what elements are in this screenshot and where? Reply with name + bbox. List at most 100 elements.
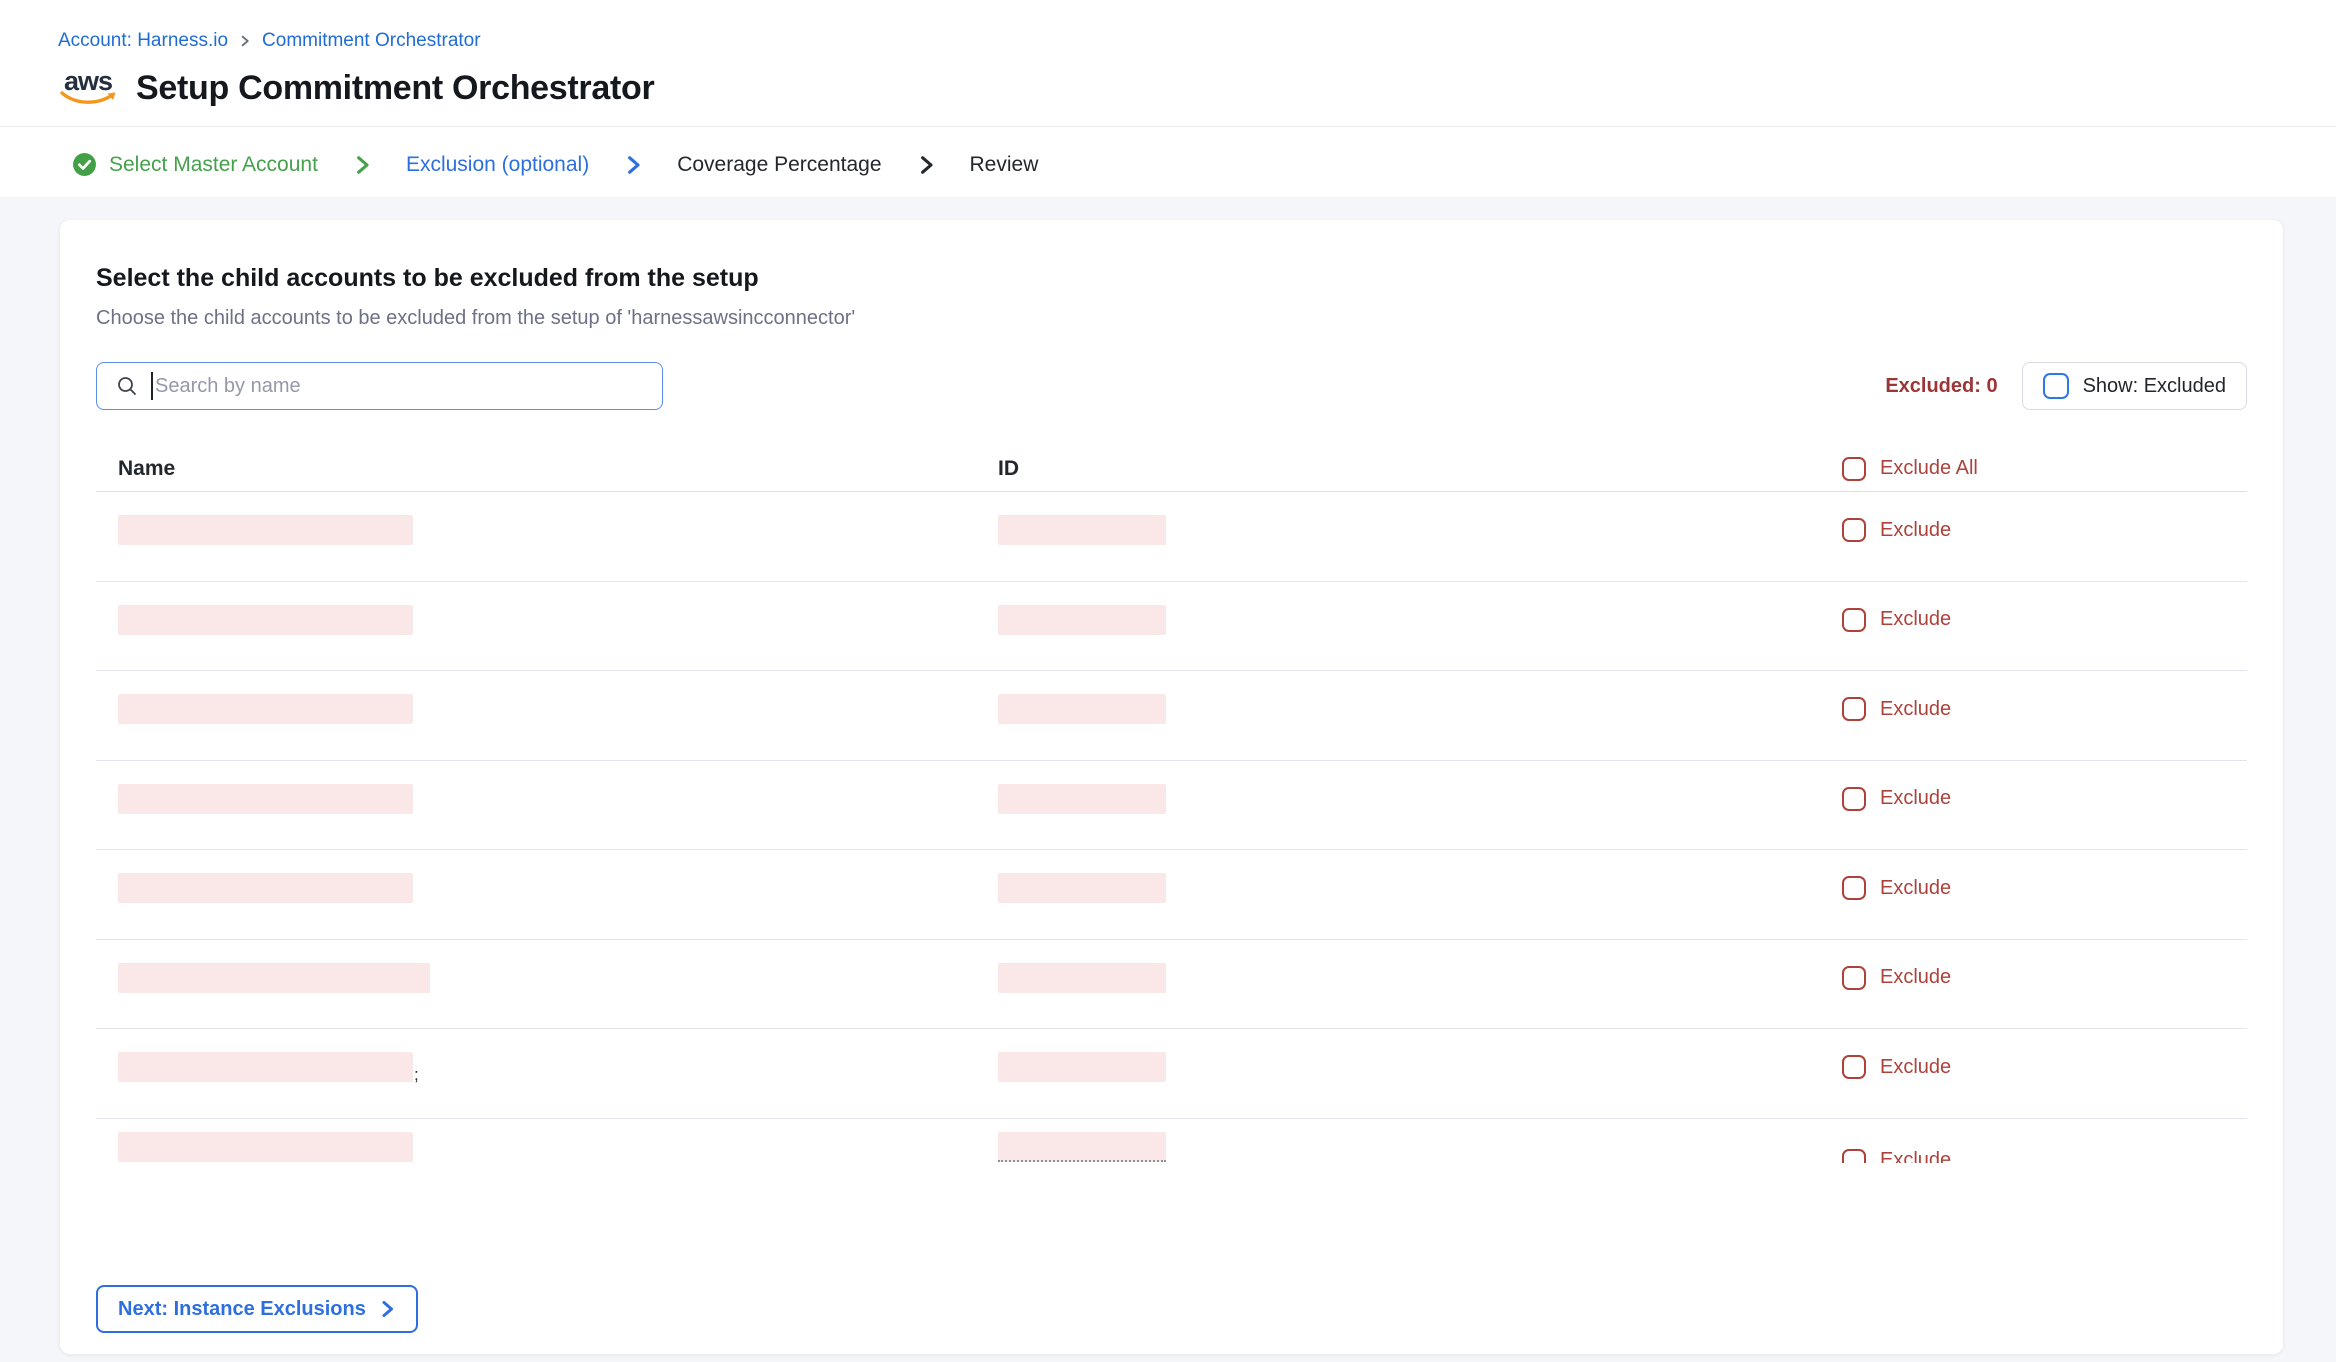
step-select-master-account[interactable]: Select Master Account	[72, 127, 318, 202]
show-excluded-toggle[interactable]: Show: Excluded	[2022, 362, 2247, 410]
breadcrumb-account-link[interactable]: Account: Harness.io	[58, 30, 228, 52]
exclude-checkbox[interactable]	[1842, 966, 1866, 990]
name-redacted	[118, 963, 430, 993]
exclude-control[interactable]: Exclude	[1836, 787, 2247, 811]
step-review[interactable]: Review	[970, 127, 1039, 202]
table-row: Exclude	[96, 1119, 2247, 1164]
id-redacted	[998, 694, 1166, 724]
exclusion-card: Select the child accounts to be excluded…	[60, 220, 2283, 1354]
row-exclude-label: Exclude	[1880, 877, 1951, 900]
row-exclude-label: Exclude	[1880, 966, 1951, 989]
id-cell	[976, 1119, 1836, 1164]
id-redacted	[998, 873, 1166, 903]
name-cell	[96, 761, 976, 814]
exclude-checkbox[interactable]	[1842, 697, 1866, 721]
step-coverage-percentage[interactable]: Coverage Percentage	[677, 127, 881, 202]
card-heading: Select the child accounts to be excluded…	[96, 264, 2247, 293]
id-cell	[976, 671, 1836, 729]
exclude-cell: Exclude	[1836, 1029, 2247, 1079]
exclude-control[interactable]: Exclude	[1836, 1149, 2247, 1164]
page-title: Setup Commitment Orchestrator	[136, 69, 654, 108]
search-box[interactable]	[96, 362, 663, 410]
aws-logo: aws	[58, 66, 120, 110]
id-redacted	[998, 605, 1166, 635]
toolbar: Excluded: 0 Show: Excluded	[96, 362, 2247, 410]
next-instance-exclusions-button[interactable]: Next: Instance Exclusions	[96, 1285, 418, 1333]
name-cell	[96, 582, 976, 635]
row-exclude-label: Exclude	[1880, 1056, 1951, 1079]
breadcrumb-separator-icon	[238, 34, 252, 48]
id-redacted	[998, 1052, 1166, 1082]
exclude-checkbox[interactable]	[1842, 608, 1866, 632]
exclude-checkbox[interactable]	[1842, 1149, 1866, 1164]
name-redacted	[118, 873, 413, 903]
row-exclude-label: Exclude	[1880, 608, 1951, 631]
chevron-right-icon	[352, 155, 372, 175]
page-header: Account: Harness.io Commitment Orchestra…	[0, 0, 2336, 203]
row-exclude-label: Exclude	[1880, 1149, 1951, 1163]
show-excluded-label: Show: Excluded	[2083, 375, 2226, 398]
name-redacted	[118, 1132, 413, 1162]
exclude-checkbox[interactable]	[1842, 1055, 1866, 1079]
id-cell	[976, 761, 1836, 819]
exclude-cell: Exclude	[1836, 671, 2247, 721]
exclude-all-checkbox[interactable]	[1842, 457, 1866, 481]
exclude-cell: Exclude	[1836, 940, 2247, 990]
exclude-checkbox[interactable]	[1842, 787, 1866, 811]
search-icon	[115, 374, 139, 398]
name-redacted	[118, 515, 413, 545]
table-header: Name ID Exclude All	[96, 446, 2247, 492]
exclude-control[interactable]: Exclude	[1836, 1055, 2247, 1079]
exclude-control[interactable]: Exclude	[1836, 876, 2247, 900]
next-button-label: Next: Instance Exclusions	[118, 1298, 366, 1321]
name-cell	[96, 492, 976, 545]
chevron-right-icon	[378, 1300, 396, 1318]
exclude-control[interactable]: Exclude	[1836, 697, 2247, 721]
id-redacted	[998, 963, 1166, 993]
name-redacted	[118, 784, 413, 814]
id-cell	[976, 582, 1836, 640]
table-row: Exclude	[96, 761, 2247, 851]
chevron-right-icon	[916, 155, 936, 175]
row-exclude-label: Exclude	[1880, 787, 1951, 810]
exclude-cell: Exclude	[1836, 492, 2247, 542]
id-cell	[976, 1029, 1836, 1087]
exclude-checkbox[interactable]	[1842, 876, 1866, 900]
toolbar-right: Excluded: 0 Show: Excluded	[1885, 362, 2247, 410]
exclude-control[interactable]: Exclude	[1836, 966, 2247, 990]
search-input[interactable]	[153, 375, 662, 398]
breadcrumb-page-link[interactable]: Commitment Orchestrator	[262, 30, 481, 52]
table-row: Exclude	[96, 671, 2247, 761]
step-exclusion[interactable]: Exclusion (optional)	[406, 127, 589, 202]
name-cell	[96, 1119, 976, 1162]
name-trailing-text: ;	[414, 1068, 419, 1082]
exclude-cell: Exclude	[1836, 761, 2247, 811]
accounts-table: Name ID Exclude All Exclude	[96, 446, 2247, 1163]
check-circle-icon	[72, 152, 97, 177]
name-cell	[96, 940, 976, 993]
aws-smile-icon	[58, 90, 120, 108]
title-row: aws Setup Commitment Orchestrator	[0, 52, 2336, 126]
exclude-control[interactable]: Exclude	[1836, 608, 2247, 632]
table-row: ; Exclude	[96, 1029, 2247, 1119]
card-subheading: Choose the child accounts to be excluded…	[96, 307, 2247, 330]
chevron-right-icon	[623, 155, 643, 175]
breadcrumb: Account: Harness.io Commitment Orchestra…	[0, 0, 2336, 52]
exclude-control[interactable]: Exclude	[1836, 518, 2247, 542]
step-label: Coverage Percentage	[677, 153, 881, 177]
name-cell	[96, 671, 976, 724]
name-column-header: Name	[96, 457, 976, 481]
exclude-checkbox[interactable]	[1842, 518, 1866, 542]
id-cell	[976, 850, 1836, 908]
name-redacted	[118, 1052, 413, 1082]
step-label: Exclusion (optional)	[406, 153, 589, 177]
name-redacted	[118, 694, 413, 724]
show-excluded-checkbox[interactable]	[2043, 373, 2069, 399]
table-row: Exclude	[96, 940, 2247, 1030]
exclude-cell: Exclude	[1836, 1119, 2247, 1164]
id-cell	[976, 492, 1836, 550]
exclude-all-control[interactable]: Exclude All	[1836, 457, 2247, 481]
setup-stepper: Select Master Account Exclusion (optiona…	[0, 127, 2336, 203]
id-redacted	[998, 515, 1166, 545]
id-column-header: ID	[976, 457, 1836, 481]
